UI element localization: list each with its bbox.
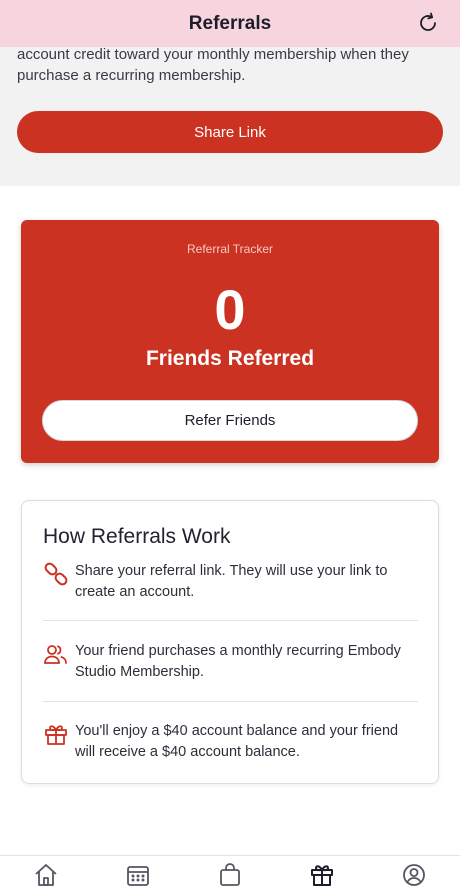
home-icon[interactable] [32, 862, 60, 888]
bag-icon[interactable] [216, 862, 244, 888]
divider [43, 620, 418, 621]
tracker-label: Referral Tracker [186, 242, 274, 256]
page-title: Referrals [188, 12, 272, 34]
link-icon [43, 561, 69, 587]
step-text: You'll enjoy a $40 account balance and y… [75, 723, 399, 760]
how-title: How Referrals Work [43, 525, 231, 548]
refresh-icon[interactable] [416, 11, 440, 35]
referral-tracker-card: Referral Tracker 0 Friends Referred Refe… [21, 220, 439, 463]
refer-friends-button[interactable]: Refer Friends [42, 400, 418, 441]
friends-referred-label: Friends Referred [145, 347, 315, 370]
header: Referrals [0, 0, 460, 47]
share-link-button[interactable]: Share Link [17, 111, 443, 153]
calendar-icon[interactable] [124, 862, 152, 888]
bottom-tab-bar [0, 855, 460, 890]
step-text: Your friend purchases a monthly recurrin… [75, 643, 401, 680]
intro-text: account credit toward your monthly membe… [17, 46, 409, 84]
profile-icon[interactable] [400, 862, 428, 888]
divider [43, 701, 418, 702]
how-referrals-work-card: How Referrals Work Share your referral l… [21, 500, 439, 784]
gift-icon[interactable] [308, 862, 336, 888]
gift-icon [43, 721, 69, 747]
step-text: Share your referral link. They will use … [75, 563, 388, 600]
users-icon [43, 641, 69, 667]
referral-count: 0 [214, 278, 246, 341]
